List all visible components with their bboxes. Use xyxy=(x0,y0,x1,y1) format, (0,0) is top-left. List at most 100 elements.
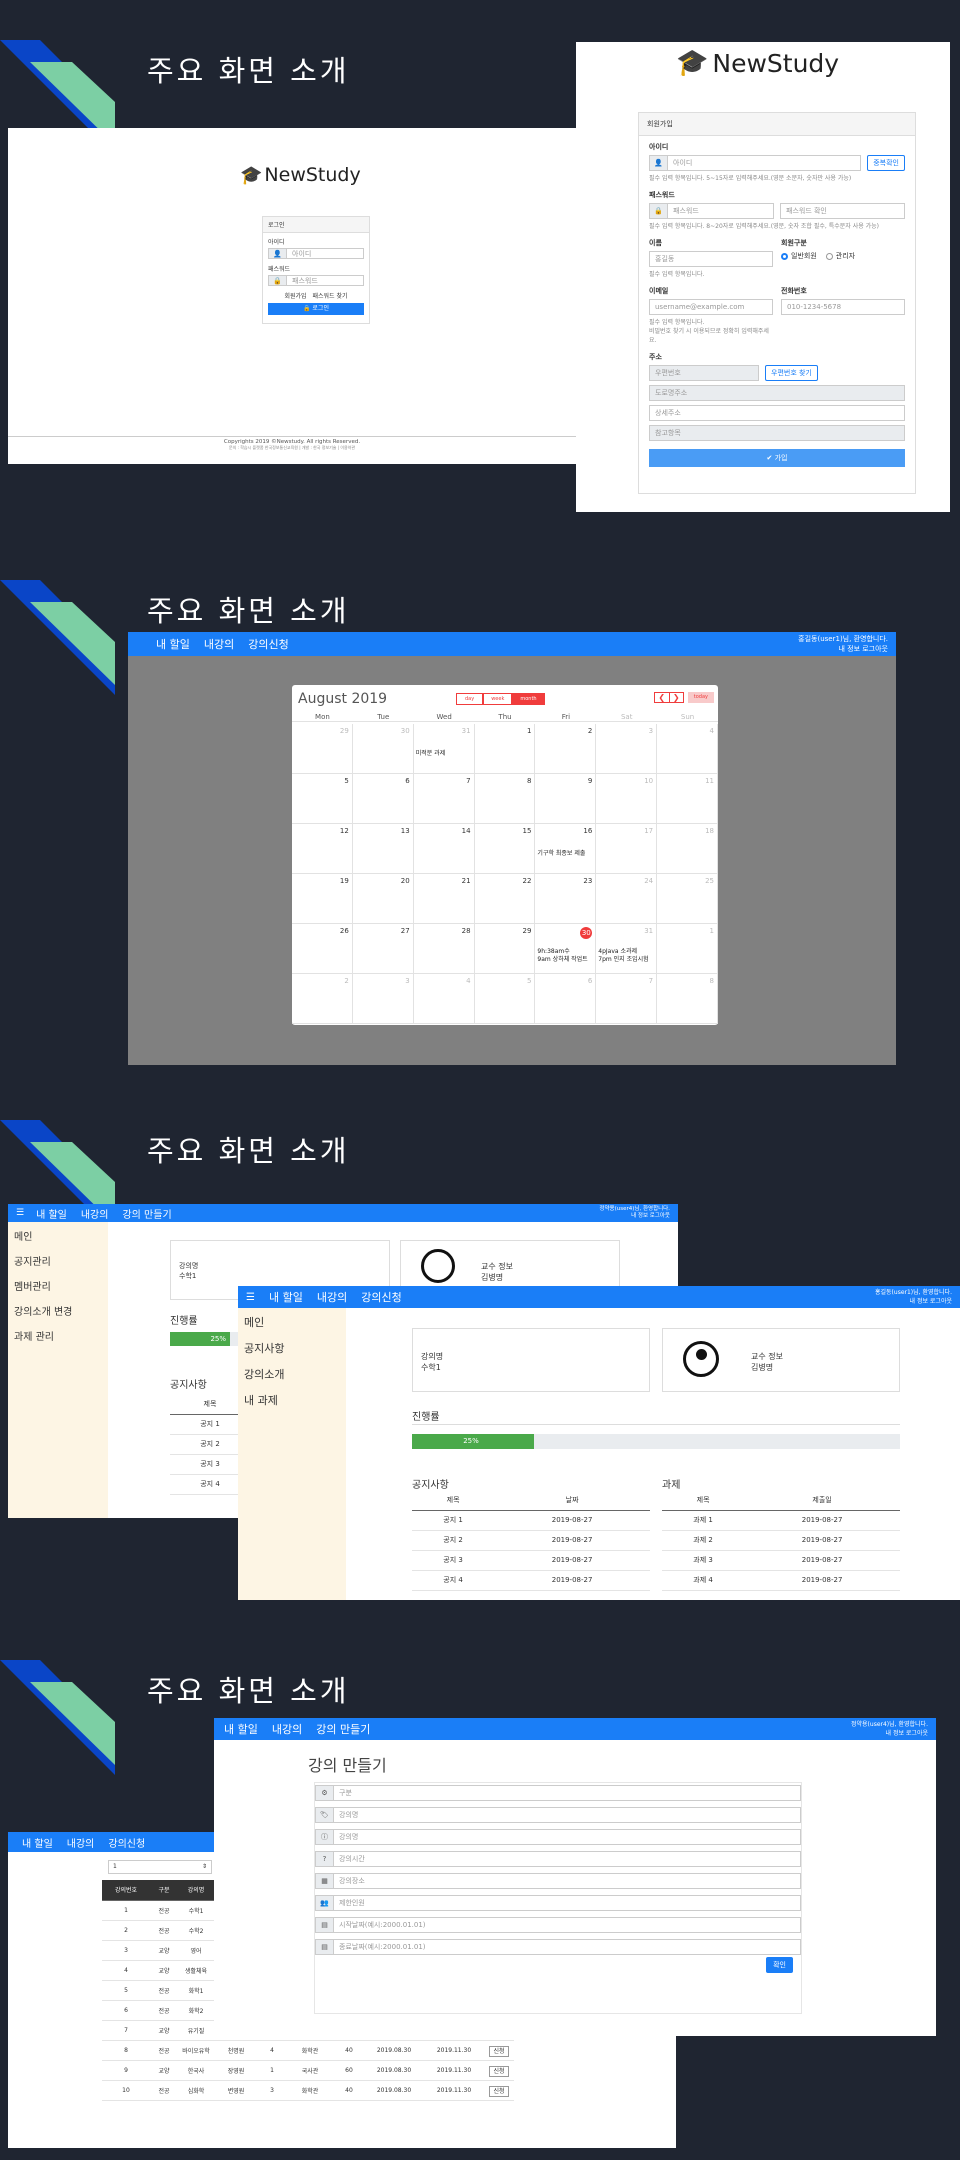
calendar-day-cell[interactable]: 8 xyxy=(657,974,718,1024)
account-links[interactable]: 내 정보 로그아웃 xyxy=(599,1213,670,1220)
account-links[interactable]: 내 정보 로그아웃 xyxy=(875,1297,952,1306)
nav-mycourse[interactable]: 내강의 xyxy=(67,1835,95,1850)
signup-id-field[interactable]: 👤 아이디 xyxy=(649,155,862,171)
calendar-day-cell[interactable]: 18 xyxy=(657,824,718,874)
course-place-field[interactable]: ▦ 강의장소 xyxy=(315,1873,801,1889)
zip-search-button[interactable]: 우편번호 찾기 xyxy=(765,365,818,381)
nav-todo[interactable]: 내 할일 xyxy=(224,1721,258,1737)
side-main[interactable]: 메인 xyxy=(14,1228,102,1243)
today-button[interactable]: today xyxy=(687,692,714,703)
apply-button[interactable]: 신청 xyxy=(489,2045,509,2057)
login-pw-field[interactable]: 🔒 패스워드 xyxy=(268,275,364,286)
side-task[interactable]: 내 과제 xyxy=(244,1392,340,1408)
side-task[interactable]: 과제 관리 xyxy=(14,1328,102,1343)
calendar-day-cell[interactable]: 4 xyxy=(657,724,718,774)
calendar-day-cell[interactable]: 5 xyxy=(474,974,536,1024)
calendar-day-cell[interactable]: 11 xyxy=(657,774,718,824)
signup-submit-button[interactable]: ✔ 가입 xyxy=(649,449,905,467)
account-links[interactable]: 내 정보 로그아웃 xyxy=(798,644,888,654)
view-day-button[interactable]: day xyxy=(456,693,484,705)
page-size-select[interactable]: 1 ⇕ xyxy=(108,1860,212,1874)
calendar-day-cell[interactable]: 3 xyxy=(352,974,414,1024)
view-month-button[interactable]: month xyxy=(512,693,545,705)
login-button[interactable]: 🔒 로그인 xyxy=(268,303,364,315)
calendar-day-cell[interactable]: 24 xyxy=(596,874,658,924)
calendar-day-cell[interactable]: 14 xyxy=(413,824,475,874)
calendar-event[interactable]: 미적분 과제 xyxy=(416,750,446,758)
calendar-day-cell[interactable]: 6 xyxy=(352,774,414,824)
nav-create[interactable]: 강의 만들기 xyxy=(122,1206,171,1221)
calendar-day-cell[interactable]: 2 xyxy=(292,974,353,1024)
side-member[interactable]: 멤버관리 xyxy=(14,1278,102,1293)
login-id-field[interactable]: 👤 아이디 xyxy=(268,248,364,259)
apply-button[interactable]: 신청 xyxy=(489,2085,509,2097)
table-row[interactable]: 공지 2 2019-08-27 xyxy=(412,1530,650,1551)
type-field[interactable]: ⚙ 구분 xyxy=(315,1785,801,1801)
calendar-event[interactable]: 4pJava 소과제 xyxy=(598,948,637,956)
calendar-day-cell[interactable]: 3 xyxy=(596,724,658,774)
menu-icon[interactable]: ☰ xyxy=(16,1208,24,1218)
calendar-day-cell[interactable]: 30 xyxy=(352,724,414,774)
radio-general[interactable] xyxy=(781,252,788,260)
calendar-day-cell[interactable]: 6 xyxy=(535,974,597,1024)
calendar-day-cell[interactable]: 10 xyxy=(596,774,658,824)
calendar-day-cell[interactable]: 31 미적분 과제 xyxy=(413,724,475,774)
table-row[interactable]: 공지 3 2019-08-27 xyxy=(412,1550,650,1571)
nav-mycourse[interactable]: 내강의 xyxy=(81,1206,109,1221)
calendar-day-cell[interactable]: 25 xyxy=(657,874,718,924)
extra-address-field[interactable]: 참고항목 xyxy=(649,425,905,441)
account-links[interactable]: 내 정보 로그아웃 xyxy=(851,1729,928,1738)
calendar-day-cell[interactable]: 4 xyxy=(413,974,475,1024)
side-intro[interactable]: 강의소개 xyxy=(244,1366,340,1382)
calendar-day-cell[interactable]: 30 9h:38am수 9am 상하체 작업트 xyxy=(535,924,597,974)
table-row[interactable]: 공지 4 2019-08-27 xyxy=(412,1570,650,1591)
nav-apply[interactable]: 강의신청 xyxy=(108,1835,145,1850)
email-field[interactable]: username@example.com xyxy=(649,299,773,315)
capacity-field[interactable]: 👥 제한인원 xyxy=(315,1895,801,1911)
side-notice[interactable]: 공지관리 xyxy=(14,1253,102,1268)
course-time-field[interactable]: ? 강의시간 xyxy=(315,1851,801,1867)
calendar-day-cell[interactable]: 1 xyxy=(474,724,536,774)
nav-create[interactable]: 강의 만들기 xyxy=(316,1721,370,1737)
calendar-day-cell[interactable]: 22 xyxy=(474,874,536,924)
calendar-day-cell[interactable]: 5 xyxy=(292,774,353,824)
zip-field[interactable]: 우편번호 xyxy=(649,365,759,381)
calendar-day-cell[interactable]: 15 xyxy=(474,824,536,874)
calendar-day-cell[interactable]: 12 xyxy=(292,824,353,874)
calendar-day-cell[interactable]: 7 xyxy=(413,774,475,824)
find-pw-link[interactable]: 패스워드 찾기 xyxy=(312,293,347,300)
calendar-day-cell[interactable]: 13 xyxy=(352,824,414,874)
detail-address-field[interactable]: 상세주소 xyxy=(649,405,905,421)
calendar-day-cell[interactable]: 17 xyxy=(596,824,658,874)
calendar-day-cell[interactable]: 29 xyxy=(292,724,353,774)
signup-link[interactable]: 회원가입 xyxy=(284,293,306,300)
nav-todo[interactable]: 내 할일 xyxy=(22,1835,53,1850)
calendar-day-cell[interactable]: 21 xyxy=(413,874,475,924)
menu-icon[interactable]: ☰ xyxy=(246,1292,255,1303)
side-main[interactable]: 메인 xyxy=(244,1314,340,1330)
nav-todo[interactable]: 내 할일 xyxy=(156,636,190,652)
course-name-field-2[interactable]: ⓘ 강의명 xyxy=(315,1829,801,1845)
confirm-button[interactable]: 확인 xyxy=(766,1957,793,1973)
calendar-day-cell[interactable]: 26 xyxy=(292,924,353,974)
road-address-field[interactable]: 도로명주소 xyxy=(649,385,905,401)
calendar-day-cell[interactable]: 27 xyxy=(352,924,414,974)
nav-mycourse[interactable]: 내강의 xyxy=(317,1289,347,1305)
nav-todo[interactable]: 내 할일 xyxy=(36,1206,67,1221)
prev-month-icon[interactable]: ❮ xyxy=(655,693,669,702)
side-intro[interactable]: 강의소개 변경 xyxy=(14,1303,102,1318)
apply-button[interactable]: 신청 xyxy=(489,2065,509,2077)
calendar-day-cell[interactable]: 7 xyxy=(596,974,658,1024)
course-name-field[interactable]: 🏷 강의명 xyxy=(315,1807,801,1823)
nav-mycourse[interactable]: 내강의 xyxy=(272,1721,302,1737)
table-row[interactable]: 8 전공 바이오유학 천명원 4 화학관 40 2019.08.30 2019.11.30 신청 xyxy=(102,2040,514,2061)
name-field[interactable]: 홍길동 xyxy=(649,251,773,267)
phone-field[interactable]: 010-1234-5678 xyxy=(781,299,905,315)
side-notice[interactable]: 공지사항 xyxy=(244,1340,340,1356)
table-row[interactable]: 과제 2 2019-08-27 xyxy=(662,1530,900,1551)
calendar-event[interactable]: 9am 상하체 작업트 xyxy=(537,956,587,964)
table-row[interactable]: 과제 1 2019-08-27 xyxy=(662,1510,900,1531)
calendar-day-cell[interactable]: 20 xyxy=(352,874,414,924)
calendar-day-cell[interactable]: 9 xyxy=(535,774,597,824)
calendar-day-cell[interactable]: 28 xyxy=(413,924,475,974)
